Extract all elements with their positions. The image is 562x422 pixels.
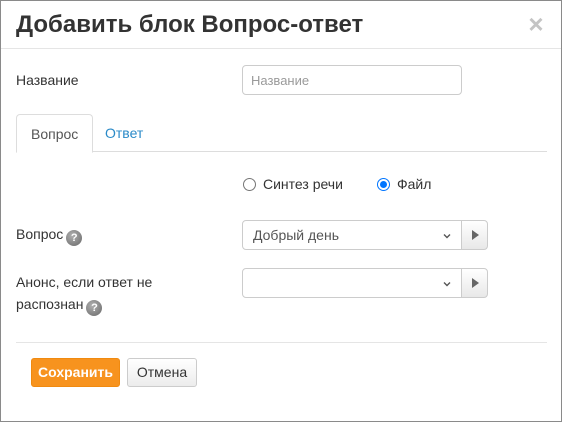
radio-file-circle[interactable] (377, 178, 390, 191)
question-label-text: Вопрос (16, 226, 64, 242)
radio-speech-synthesis[interactable]: Синтез речи (243, 174, 343, 194)
name-label: Название (16, 72, 79, 88)
footer-divider (16, 342, 547, 343)
dialog-title: Добавить блок Вопрос-ответ (16, 11, 364, 38)
announce-label: Анонс, если ответ не распознан? (16, 272, 216, 316)
cancel-button[interactable]: Отмена (127, 358, 197, 387)
question-label: Вопрос? (16, 224, 83, 246)
help-icon[interactable]: ? (66, 230, 83, 246)
dialog-header: Добавить блок Вопрос-ответ × (1, 1, 561, 49)
help-icon[interactable]: ? (86, 300, 103, 316)
play-question-button[interactable] (461, 220, 488, 250)
chevron-down-icon (443, 234, 451, 239)
question-select-value: Добрый день (253, 227, 339, 243)
chevron-down-icon (443, 282, 451, 287)
tab-answer[interactable]: Ответ (91, 114, 157, 152)
radio-speech-synthesis-label: Синтез речи (263, 176, 343, 192)
tab-bar: Вопрос Ответ (16, 114, 547, 153)
radio-file-label: Файл (397, 176, 432, 192)
radio-file[interactable]: Файл (377, 174, 431, 194)
question-select-group: Добрый день (242, 220, 488, 250)
question-select[interactable]: Добрый день (242, 220, 462, 250)
announce-label-line2: распознан (16, 296, 84, 312)
announce-label-line2-wrap: распознан? (16, 294, 216, 316)
announce-select-group (242, 268, 488, 298)
close-icon[interactable]: × (525, 11, 547, 37)
radio-speech-synthesis-circle[interactable] (243, 178, 256, 191)
add-qa-block-dialog: Добавить блок Вопрос-ответ × Название Во… (0, 0, 562, 422)
name-input[interactable] (242, 65, 462, 95)
announce-label-line1: Анонс, если ответ не (16, 274, 153, 290)
play-announce-button[interactable] (461, 268, 488, 298)
announce-select[interactable] (242, 268, 462, 298)
tab-question[interactable]: Вопрос (16, 114, 94, 153)
save-button[interactable]: Сохранить (31, 358, 120, 387)
